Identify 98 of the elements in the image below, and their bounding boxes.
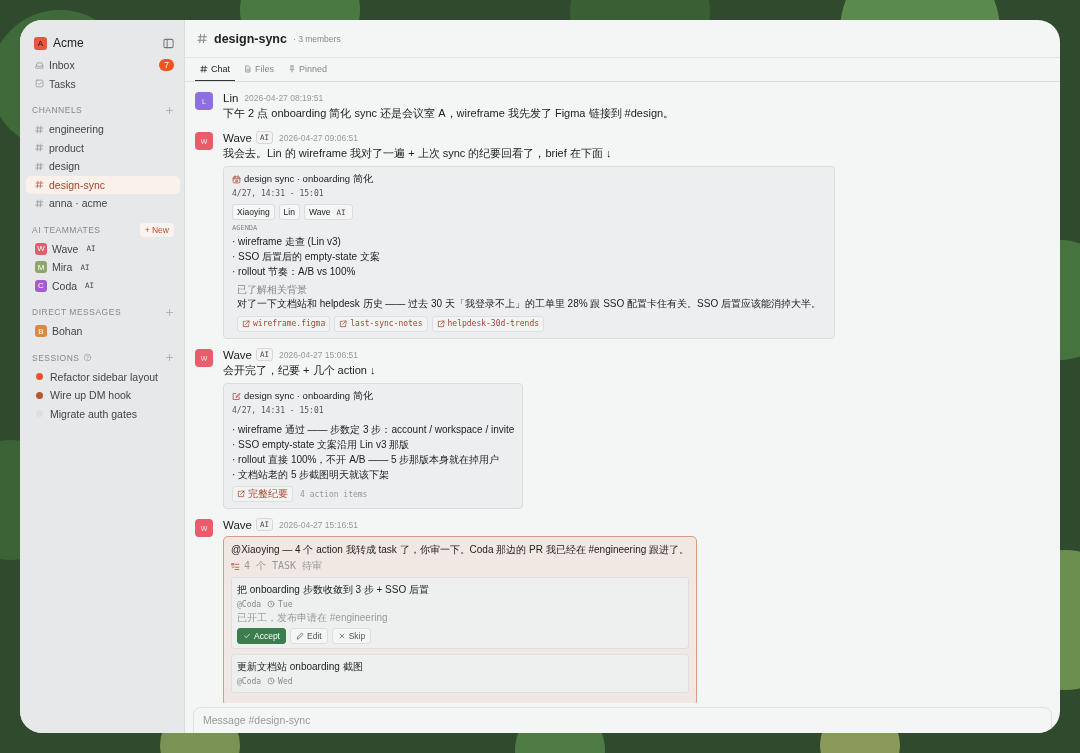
assignee: @Coda xyxy=(237,676,262,686)
timestamp: 2026-04-27 09:06:51 xyxy=(279,132,358,143)
channel-item[interactable]: product xyxy=(26,138,180,157)
task-note: 已开工，发布申请在 #engineering xyxy=(237,611,389,625)
bullet-item: · 文档站老的 5 步截图明天就该下架 xyxy=(232,468,391,482)
calendar-icon xyxy=(232,174,241,184)
member-count: · 3 members xyxy=(292,33,341,44)
pencil-icon xyxy=(296,632,304,640)
message-text: 下午 2 点 onboarding 简化 sync 还是会议室 A，wireframe 我先发了 Figma 链接到 #design。 xyxy=(223,106,675,121)
hash-icon xyxy=(35,180,44,190)
assignee: @Coda xyxy=(237,599,262,609)
channel-item[interactable]: engineering xyxy=(26,120,180,139)
note-icon xyxy=(232,391,241,401)
skip-button[interactable]: Skip xyxy=(331,628,372,644)
nav-item[interactable]: Tasks xyxy=(26,74,180,93)
external-link-icon xyxy=(242,320,250,328)
file-link[interactable]: last-sync-notes xyxy=(334,316,428,332)
timestamp: 2026-04-27 15:06:51 xyxy=(279,349,358,360)
task-title: 更新文档站 onboarding 截图 xyxy=(237,660,364,674)
message-text: 会开完了，纪要 + 几个 action ↓ xyxy=(223,363,376,378)
message-text: 我会去。Lin 的 wireframe 我对了一遍 + 上次 sync 的纪要回看了，brief 在下面 ↓ xyxy=(223,146,612,161)
timestamp: 2026-04-27 08:19:51 xyxy=(244,92,324,103)
add-icon[interactable] xyxy=(165,307,174,317)
session-item[interactable]: Wire up DM hook xyxy=(26,386,180,405)
bullet-item: · wireframe 通过 —— 步数定 3 步：account / workspace / invite xyxy=(232,423,515,437)
action-count: 4 action items xyxy=(300,489,368,499)
hash-icon xyxy=(35,161,44,171)
timestamp: 2026-04-27 15:16:51 xyxy=(279,519,358,530)
person-item[interactable]: B Bohan xyxy=(26,322,180,341)
checkbox-icon xyxy=(35,79,44,89)
meeting-time: 4/27, 14:31 - 15:01 xyxy=(232,188,325,200)
sidebar-toggle-icon[interactable] xyxy=(163,37,174,49)
bullet-item: · SSO empty-state 文案沿用 Lin v3 那版 xyxy=(232,438,411,452)
author-name: Wave xyxy=(223,518,252,531)
nav-item[interactable]: Inbox 7 xyxy=(26,56,180,75)
inbox-icon xyxy=(35,60,44,70)
attendee-chip: Xiaoying xyxy=(232,204,275,220)
hash-icon xyxy=(35,143,44,153)
section-title: AI TEAMMATES xyxy=(32,224,101,235)
external-link-icon xyxy=(339,320,348,328)
channel-item[interactable]: design xyxy=(26,157,180,176)
new-button[interactable]: + New xyxy=(139,222,174,237)
check-icon xyxy=(243,632,251,640)
tab[interactable]: Files xyxy=(239,58,280,81)
tab[interactable]: Chat xyxy=(195,58,235,81)
section-title: CHANNELS xyxy=(32,105,83,115)
notes-link[interactable]: 完整纪要 xyxy=(232,486,293,502)
task-count: 4 个 TASK 待审 xyxy=(244,559,323,573)
meeting-time: 4/27, 14:31 - 15:01 xyxy=(232,405,325,417)
avatar: B xyxy=(35,325,47,338)
workspace-logo: A xyxy=(34,36,47,50)
bullet-item: · rollout 直接 100%，不开 A/B —— 5 步那版本身就在掉用户 xyxy=(232,453,501,467)
session-item[interactable]: Refactor sidebar layout xyxy=(26,367,180,386)
pin-icon xyxy=(288,65,297,73)
message-text: @Xiaoying — 4 个 action 我转成 task 了，你审一下。Coda 那边的 PR 我已经在 #engineering 跟进了。 xyxy=(231,543,690,557)
clock-icon xyxy=(267,677,276,685)
file-icon xyxy=(244,65,252,73)
unread-badge: 7 xyxy=(159,59,174,72)
channel-item[interactable]: anna · acme xyxy=(26,194,180,213)
context-label: 已了解相关背景 xyxy=(237,283,308,296)
due-date: Tue xyxy=(278,599,293,609)
due-date: Wed xyxy=(278,676,293,686)
checklist-icon xyxy=(231,561,240,571)
bullet-item: · wireframe 走查 (Lin v3) xyxy=(232,235,342,249)
avatar: W xyxy=(35,242,47,255)
clock-icon xyxy=(267,600,276,608)
close-icon xyxy=(337,632,346,640)
task-title: 把 onboarding 步数收敛到 3 步 + SSO 后置 xyxy=(237,583,430,597)
edit-button[interactable]: Edit xyxy=(290,628,328,644)
file-link[interactable]: helpdesk-30d-trends xyxy=(431,316,544,332)
add-icon[interactable] xyxy=(165,353,174,362)
message-field[interactable]: Message #design-sync xyxy=(193,707,1052,733)
section-title: SESSIONS xyxy=(32,352,80,363)
add-icon[interactable] xyxy=(165,105,174,115)
bullet-item: · SSO 后置后的 empty-state 文案 xyxy=(232,250,381,264)
external-link-icon xyxy=(237,490,245,498)
section-title: DIRECT MESSAGES xyxy=(32,307,122,317)
author-name: Lin xyxy=(223,91,239,104)
file-link[interactable]: wireframe.figma xyxy=(237,316,331,332)
hash-icon xyxy=(35,198,44,208)
hash-icon xyxy=(200,65,208,73)
accept-button[interactable]: Accept xyxy=(237,628,286,644)
external-link-icon xyxy=(436,320,445,328)
author-name: Wave xyxy=(223,131,252,144)
card-title: design sync · onboarding 简化 xyxy=(244,172,373,186)
workspace-name[interactable]: Acme xyxy=(53,36,157,50)
attendee-chip: Lin xyxy=(278,204,300,220)
channel-item[interactable]: design-sync xyxy=(26,175,180,194)
context-text: 对了一下文档站和 helpdesk 历史 —— 过去 30 天「我登录不上」的工单里 28% 跟 SSO 配置卡住有关。SSO 后置应该能消掉大半。 xyxy=(237,297,821,311)
channel-title: design-sync xyxy=(214,31,287,46)
bullet-item: · rollout 节奏：A/B vs 100% xyxy=(232,265,357,279)
card-title: design sync · onboarding 简化 xyxy=(244,389,373,403)
author-name: Wave xyxy=(223,348,252,361)
avatar: C xyxy=(35,279,47,292)
hash-icon xyxy=(197,33,208,44)
hash-icon xyxy=(35,124,44,134)
session-item[interactable]: Migrate auth gates xyxy=(26,404,180,423)
avatar: M xyxy=(35,261,47,274)
